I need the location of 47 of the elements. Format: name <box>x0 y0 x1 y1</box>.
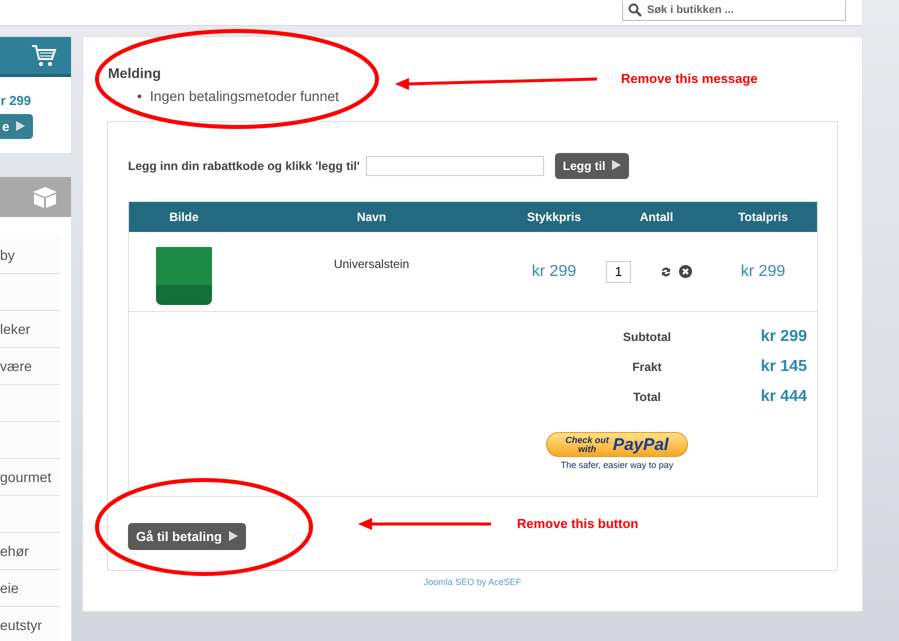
box-icon <box>31 185 59 209</box>
totals-value: kr 145 <box>760 358 808 376</box>
checkout-button[interactable]: Gå til betaling <box>128 523 246 550</box>
line-total: kr 299 <box>740 262 786 280</box>
column-header: Navn <box>356 210 388 224</box>
product-name[interactable]: Universalstein <box>239 257 504 271</box>
message-text: Ingen betalingsmetoder funnet <box>150 87 340 105</box>
play-icon <box>16 121 25 131</box>
coupon-field[interactable] <box>366 156 544 176</box>
paypal-tagline: The safer, easier way to pay <box>560 460 674 470</box>
search-icon <box>628 3 642 17</box>
totals-value: kr 299 <box>760 328 808 346</box>
remove-icon[interactable] <box>679 265 692 278</box>
column-header: Totalpris <box>737 210 789 224</box>
category-item[interactable]: ehør <box>0 533 60 570</box>
annotation-text: Remove this button <box>517 516 638 531</box>
category-item[interactable] <box>0 274 60 311</box>
totals-value: kr 444 <box>760 388 808 406</box>
play-icon <box>612 160 621 170</box>
category-item[interactable] <box>0 422 60 459</box>
totals-label: Frakt <box>631 360 663 374</box>
category-item[interactable]: by <box>0 237 60 274</box>
category-item[interactable]: være <box>0 348 60 385</box>
category-item[interactable]: eutstyr <box>0 607 60 641</box>
play-icon <box>228 531 238 541</box>
category-item[interactable] <box>0 496 60 533</box>
category-item[interactable]: eie <box>0 570 60 607</box>
quantity-field[interactable]: 1 <box>606 260 631 282</box>
column-header: Bilde <box>168 210 200 224</box>
category-item[interactable]: gourmet <box>0 459 60 496</box>
cart-button[interactable]: e <box>0 114 33 139</box>
annotation-text: Remove this message <box>621 71 758 86</box>
message-title: Melding <box>108 65 161 81</box>
bullet: • <box>137 87 142 105</box>
search-field[interactable]: Søk i butikken ... <box>622 0 846 20</box>
cart-icon <box>31 44 57 68</box>
category-item[interactable] <box>0 385 60 422</box>
unit-price: kr 299 <box>530 262 578 280</box>
add-coupon-button[interactable]: Legg til <box>554 153 629 179</box>
column-header: Stykkpris <box>526 210 582 224</box>
totals-label: Total <box>632 390 662 404</box>
category-item[interactable]: leker <box>0 311 60 348</box>
refresh-icon[interactable] <box>660 266 672 278</box>
totals-label: Subtotal <box>622 330 672 344</box>
coupon-label: Legg inn din rabattkode og klikk 'legg til' <box>128 159 360 173</box>
column-header: Antall <box>638 210 674 224</box>
cart-total: r 299 <box>0 93 31 108</box>
